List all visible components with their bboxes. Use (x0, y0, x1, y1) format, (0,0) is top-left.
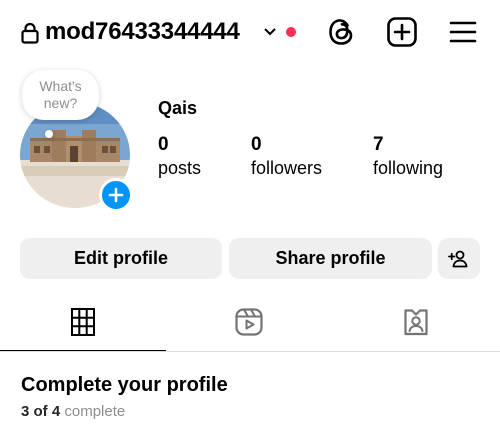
add-person-icon (448, 250, 468, 267)
following-label: following (373, 158, 444, 178)
followers-label: followers (251, 158, 323, 178)
tagged-icon (404, 309, 428, 336)
grid-icon (71, 308, 95, 336)
complete-profile-progress: 3 of 4 complete (21, 403, 125, 421)
following-stat[interactable]: 7 following (373, 134, 443, 180)
note-bubble-tail (45, 130, 53, 138)
notification-dot (286, 27, 296, 37)
display-name: Qais (158, 98, 198, 118)
followers-count: 0 (251, 134, 262, 155)
complete-profile-count: 3 of 4 (21, 403, 61, 420)
tab-tagged[interactable] (332, 296, 498, 352)
discover-people-button[interactable] (438, 238, 480, 279)
following-count: 7 (373, 134, 384, 155)
tab-reels[interactable] (166, 296, 332, 352)
posts-label: posts (158, 158, 202, 178)
threads-icon[interactable] (326, 16, 356, 48)
edit-profile-button[interactable]: Edit profile (20, 238, 222, 279)
reels-icon (235, 308, 263, 336)
add-story-button[interactable] (99, 178, 133, 212)
plus-icon (108, 187, 124, 203)
lock-icon (21, 22, 39, 44)
tabs-divider (0, 351, 500, 352)
followers-stat[interactable]: 0 followers (251, 134, 322, 180)
profile-tabs (0, 296, 500, 352)
note-text: What's new? (39, 78, 82, 111)
top-bar: mod76433344444 (0, 0, 500, 66)
complete-profile-suffix: complete (64, 403, 126, 420)
account-username[interactable]: mod76433344444 (45, 16, 240, 48)
create-icon[interactable] (387, 17, 417, 47)
menu-icon[interactable] (449, 20, 477, 44)
note-bubble[interactable]: What's new? (22, 70, 99, 120)
complete-profile-title: Complete your profile (21, 374, 228, 396)
posts-stat[interactable]: 0 posts (158, 134, 201, 180)
tab-posts-grid[interactable] (0, 296, 166, 352)
posts-count: 0 (158, 134, 169, 155)
share-profile-button[interactable]: Share profile (229, 238, 432, 279)
chevron-down-icon[interactable] (263, 26, 277, 38)
